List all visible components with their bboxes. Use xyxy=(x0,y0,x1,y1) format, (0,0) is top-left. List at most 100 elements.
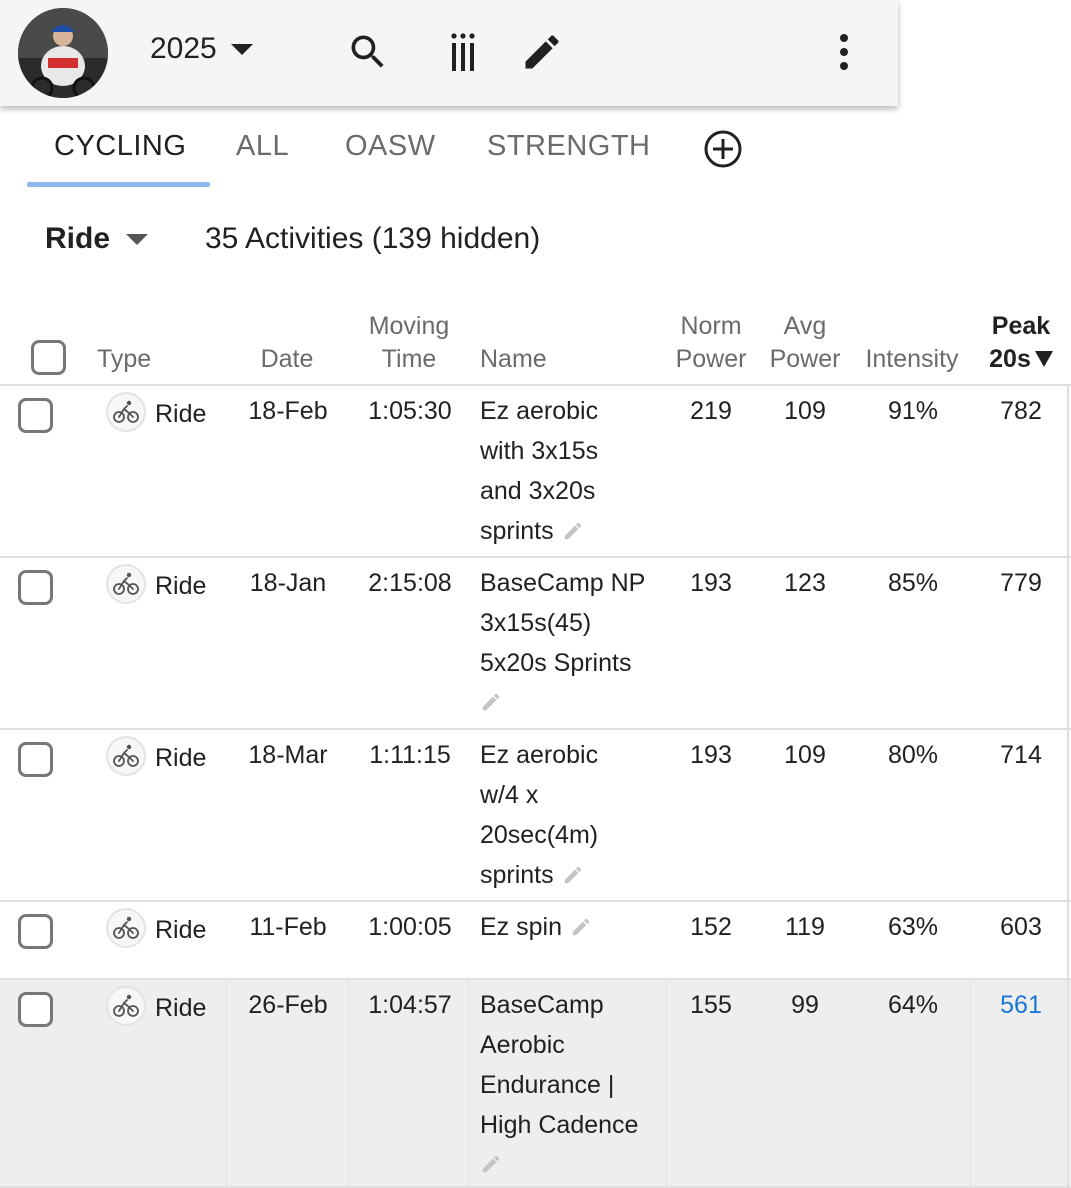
tab-oasw[interactable]: OASW xyxy=(345,130,436,163)
row-type: Ride xyxy=(155,744,207,772)
row-name[interactable]: BaseCamp NP 3x15s(45) 5x20s Sprints xyxy=(480,563,658,713)
row-name-line: 3x15s(45) xyxy=(480,603,658,643)
sort-descending-icon xyxy=(1034,351,1053,367)
row-name-line: 5x20s Sprints xyxy=(480,643,658,683)
row-intensity: 85% xyxy=(887,569,939,597)
row-name[interactable]: Ez aerobic w/4 x 20sec(4m) sprints xyxy=(480,735,658,895)
header-moving-time-line2: Time xyxy=(381,345,437,373)
table-row[interactable]: Ride 11-Feb 1:00:05 Ez spin 152 119 63% 603 xyxy=(0,902,1071,980)
row-name-line: Ez aerobic xyxy=(480,735,658,775)
row-name[interactable]: Ez aerobic with 3x15s and 3x20s sprints xyxy=(480,391,658,551)
row-name-text: Ez aerobic xyxy=(480,741,599,769)
row-checkbox[interactable] xyxy=(18,570,53,605)
edit-icon[interactable] xyxy=(520,30,564,74)
year-selector[interactable]: 2025 xyxy=(150,32,253,66)
row-type: Ride xyxy=(155,994,207,1022)
header-peak-20s[interactable]: Peak 20s xyxy=(978,310,1064,376)
tab-cycling[interactable]: CYCLING xyxy=(54,130,186,163)
row-name[interactable]: Ez spin xyxy=(480,907,658,947)
header-avg-power[interactable]: Avg Power xyxy=(762,310,848,376)
table-row[interactable]: Ride 18-Feb 1:05:30 Ez aerobic with 3x15s and… xyxy=(0,386,1071,558)
header-norm-power-line1: Norm xyxy=(680,312,742,340)
row-name-text: BaseCamp NP xyxy=(480,569,646,597)
edit-name-icon[interactable] xyxy=(562,864,584,886)
activity-type-filter[interactable]: Ride xyxy=(45,222,149,256)
row-date: 26-Feb xyxy=(248,991,328,1019)
row-name-line: sprints xyxy=(480,511,658,551)
table-row[interactable]: Ride 18-Mar 1:11:15 Ez aerobic w/4 x 20sec(4m… xyxy=(0,730,1071,902)
search-icon[interactable] xyxy=(346,30,390,74)
add-tab-icon[interactable] xyxy=(703,129,743,169)
table-row[interactable]: Ride 26-Feb 1:04:57 BaseCamp Aerobic Enduranc… xyxy=(0,980,1071,1188)
row-checkbox[interactable] xyxy=(18,742,53,777)
table-row[interactable]: Ride 18-Jan 2:15:08 BaseCamp NP 3x15s(45) 5x2… xyxy=(0,558,1071,730)
chevron-down-icon xyxy=(230,43,253,55)
header-name[interactable]: Name xyxy=(480,343,547,376)
header-norm-power[interactable]: Norm Power xyxy=(668,310,754,376)
tab-all[interactable]: ALL xyxy=(236,130,289,163)
row-avg-power: 109 xyxy=(784,397,826,425)
tab-strength[interactable]: STRENGTH xyxy=(487,130,651,163)
row-moving-time: 1:04:57 xyxy=(368,991,452,1019)
activity-type-icon xyxy=(106,908,146,948)
row-intensity: 63% xyxy=(887,913,939,941)
top-toolbar: 2025 xyxy=(0,0,898,106)
row-moving-time: 1:11:15 xyxy=(369,741,451,769)
columns-icon[interactable] xyxy=(442,30,486,74)
table-header: Type Date Moving Time Name Norm Power Av… xyxy=(0,300,1071,386)
header-type[interactable]: Type xyxy=(97,343,151,376)
row-name[interactable]: BaseCamp Aerobic Endurance | High Cadence xyxy=(480,985,658,1175)
activity-type-icon xyxy=(106,986,146,1026)
column-separator xyxy=(226,980,227,1186)
row-name-text: and 3x20s xyxy=(480,477,596,505)
row-name-text: sprints xyxy=(480,517,554,545)
header-moving-time-line1: Moving xyxy=(368,312,450,340)
row-name-text: Ez aerobic xyxy=(480,397,599,425)
row-name-line: Aerobic xyxy=(480,1025,658,1065)
row-peak-20s: 779 xyxy=(1000,569,1042,597)
row-type: Ride xyxy=(155,400,207,428)
row-name-text: 20sec(4m) xyxy=(480,821,599,849)
bike-icon xyxy=(113,994,139,1017)
year-label: 2025 xyxy=(150,32,217,65)
header-intensity[interactable]: Intensity xyxy=(856,343,968,376)
row-name-text: sprints xyxy=(480,861,554,889)
row-checkbox[interactable] xyxy=(18,992,53,1027)
edit-name-icon[interactable] xyxy=(480,1153,502,1175)
row-name-line: and 3x20s xyxy=(480,471,658,511)
row-avg-power: 99 xyxy=(791,991,819,1019)
edit-name-icon[interactable] xyxy=(480,691,502,713)
avatar-photo xyxy=(18,8,108,98)
header-moving-time[interactable]: Moving Time xyxy=(355,310,463,376)
row-avg-power: 109 xyxy=(784,741,826,769)
edit-name-icon[interactable] xyxy=(562,520,584,542)
row-peak-20s[interactable]: 561 xyxy=(978,985,1064,1025)
row-name-text: Endurance | xyxy=(480,1071,615,1099)
more-vert-icon[interactable] xyxy=(822,30,866,74)
header-peak-line2-text: 20s xyxy=(989,345,1031,373)
row-intensity: 80% xyxy=(887,741,939,769)
row-name-text: Aerobic xyxy=(480,1031,565,1059)
row-type: Ride xyxy=(155,572,207,600)
active-tab-indicator xyxy=(27,182,210,187)
select-all-checkbox[interactable] xyxy=(31,340,66,375)
activity-count: 35 Activities (139 hidden) xyxy=(205,222,541,255)
header-norm-power-line2: Power xyxy=(675,345,747,373)
row-name-line: Ez spin xyxy=(480,907,658,947)
row-name-line: BaseCamp NP xyxy=(480,563,658,603)
edit-name-icon[interactable] xyxy=(570,916,592,938)
row-norm-power: 219 xyxy=(690,397,732,425)
row-checkbox[interactable] xyxy=(18,398,53,433)
row-name-text: Ez spin xyxy=(480,913,562,941)
row-norm-power: 155 xyxy=(690,991,732,1019)
row-checkbox[interactable] xyxy=(18,914,53,949)
bike-icon xyxy=(113,400,139,423)
avatar[interactable] xyxy=(18,8,108,98)
table-right-border xyxy=(1067,386,1069,1188)
filter-label: Ride xyxy=(45,222,111,255)
row-name-text: 3x15s(45) xyxy=(480,609,592,637)
header-date[interactable]: Date xyxy=(245,343,329,376)
row-moving-time: 1:00:05 xyxy=(368,913,452,941)
row-name-text: w/4 x xyxy=(480,781,539,809)
row-name-line: BaseCamp xyxy=(480,985,658,1025)
